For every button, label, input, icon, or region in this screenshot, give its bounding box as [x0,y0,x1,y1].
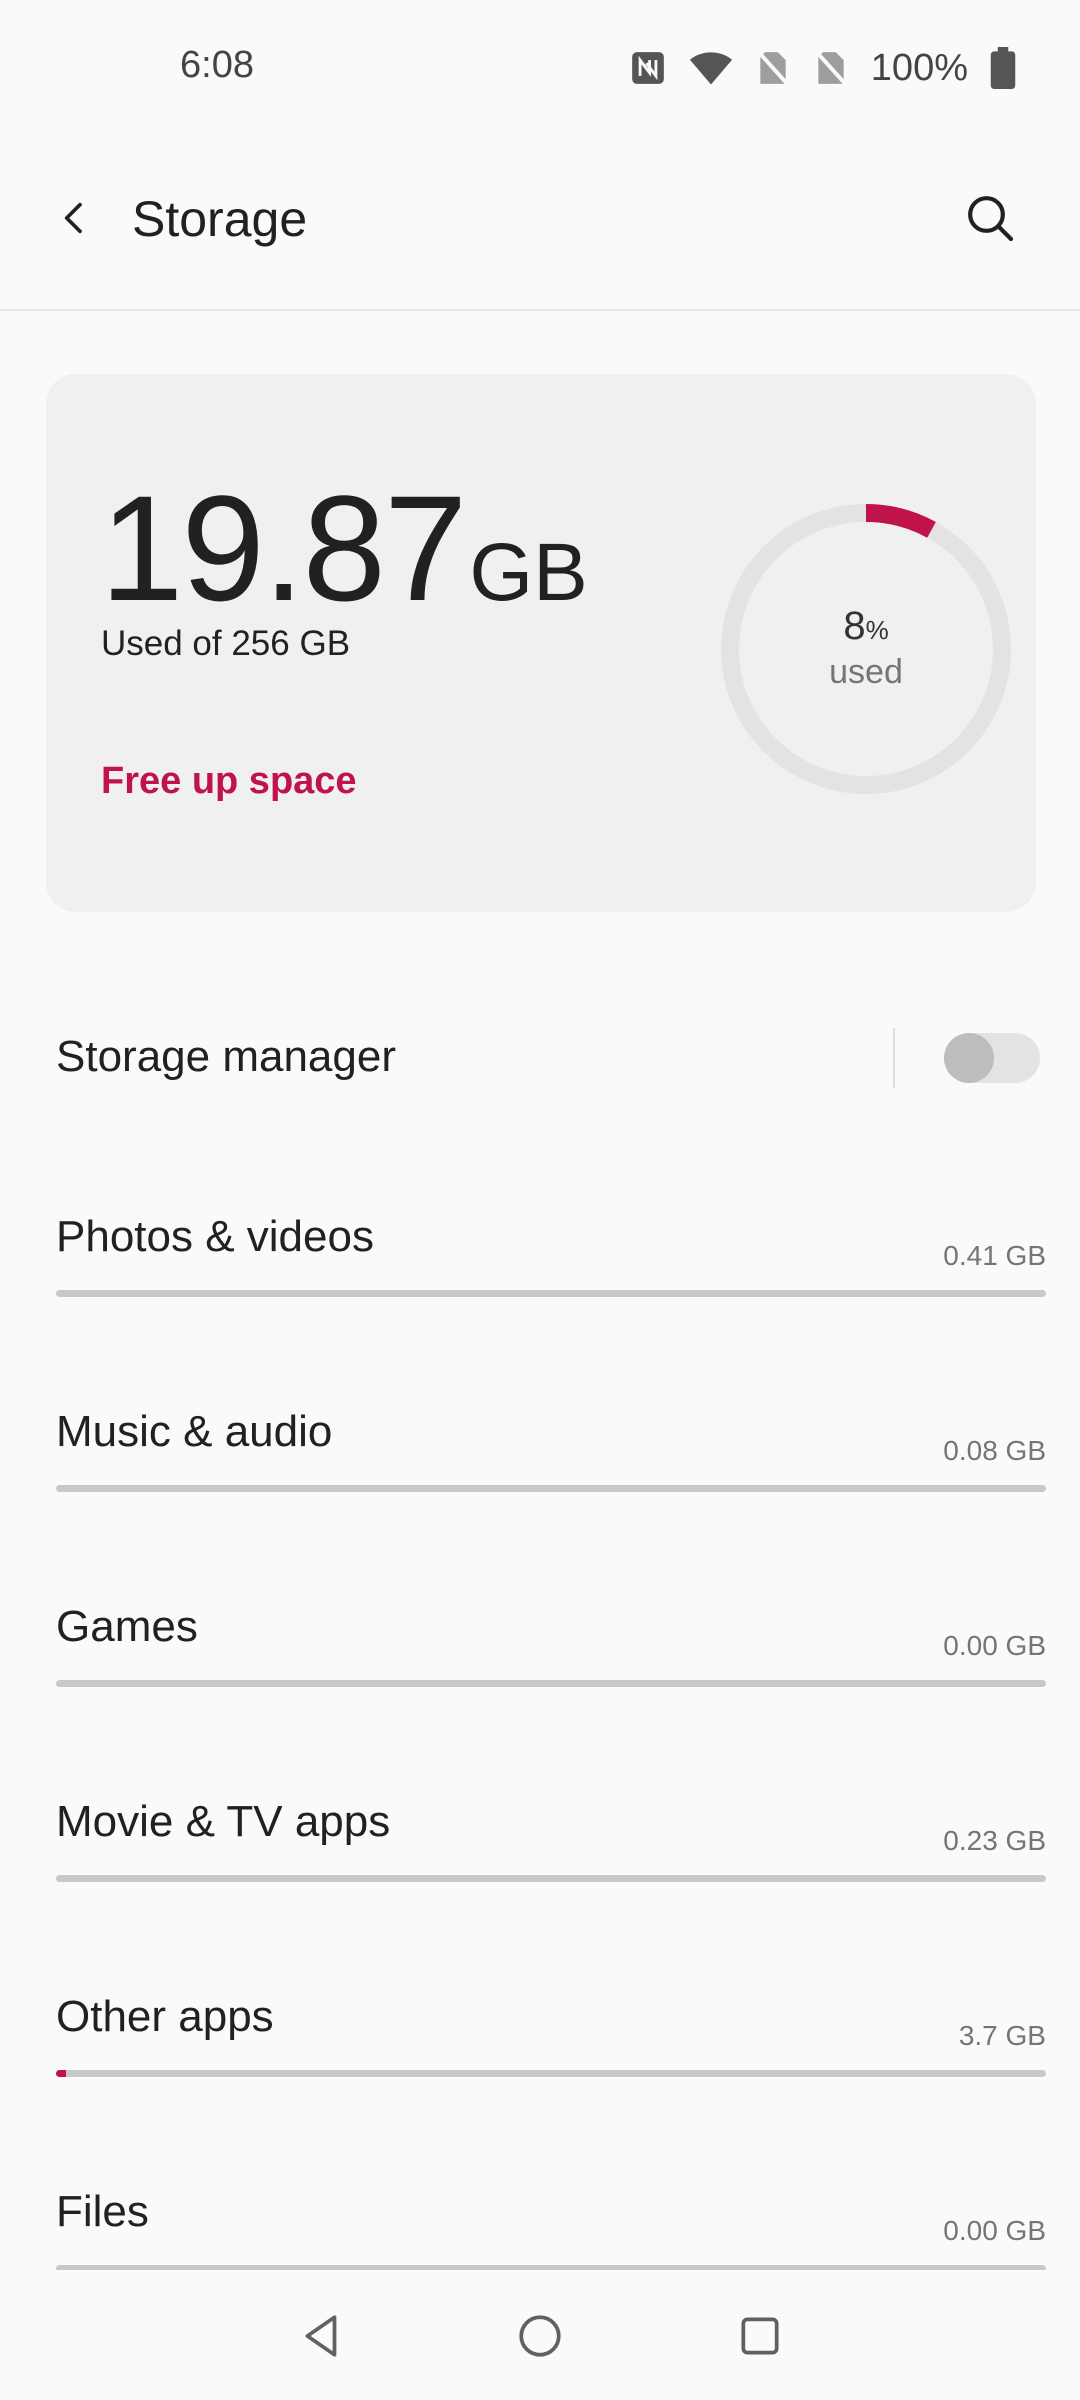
app-bar-divider [0,309,1080,311]
storage-manager-toggle[interactable] [944,1033,1040,1083]
used-value: 19.87 [100,464,467,632]
search-icon [962,190,1018,251]
used-unit: GB [469,527,588,618]
category-bar-fill [56,2070,66,2077]
category-size: 0.41 GB [943,1240,1046,1271]
usage-percent: 8 [843,604,866,648]
navigation-bar [0,2270,1080,2400]
category-label: Music & audio [56,1407,333,1456]
arrow-back-icon [55,198,95,243]
nav-back-icon [297,2311,347,2366]
status-icons: 100% [629,40,1016,96]
used-of-total: Used of 256 GB [101,624,351,663]
back-button[interactable] [40,180,110,260]
category-size: 0.00 GB [943,2215,1046,2246]
nav-recents-button[interactable] [720,2298,800,2378]
category-size: 0.08 GB [943,1435,1046,1466]
nav-recents-icon [735,2311,785,2366]
category-label: Games [56,1602,198,1651]
category-size: 3.7 GB [958,2020,1046,2051]
category-movie-tv-apps[interactable]: Movie & TV apps 0.23 GB [56,1797,1046,1917]
no-sim-icon [755,49,791,87]
page-title: Storage [132,191,308,247]
category-bar [56,1290,1046,1297]
nav-home-icon [515,2311,565,2366]
battery-icon [990,47,1016,89]
category-label: Other apps [56,1992,274,2041]
category-label: Photos & videos [56,1212,374,1261]
usage-ring-label: 8% used [716,604,1016,692]
free-up-space-link[interactable]: Free up space [101,760,357,803]
category-games[interactable]: Games 0.00 GB [56,1602,1046,1722]
category-photos-videos[interactable]: Photos & videos 0.41 GB [56,1212,1046,1332]
category-music-audio[interactable]: Music & audio 0.08 GB [56,1407,1046,1527]
category-label: Movie & TV apps [56,1797,391,1846]
toggle-knob [944,1033,994,1083]
battery-percent: 100% [870,46,968,89]
category-label: Files [56,2187,149,2236]
storage-manager-label: Storage manager [56,1032,396,1081]
category-size: 0.00 GB [943,1630,1046,1661]
storage-summary-card: 19.87GB Used of 256 GB Free up space 8% … [46,374,1036,912]
category-bar [56,1875,1046,1882]
category-bar [56,1680,1046,1687]
status-time: 6:08 [180,44,254,86]
nfc-icon [629,49,667,87]
wifi-icon [689,49,733,87]
category-other-apps[interactable]: Other apps 3.7 GB [56,1992,1046,2112]
nav-home-button[interactable] [500,2298,580,2378]
used-amount: 19.87GB [100,462,588,635]
category-bar [56,1485,1046,1492]
usage-used-label: used [829,653,903,691]
search-button[interactable] [950,180,1030,260]
no-sim-icon [813,49,849,87]
storage-manager-separator [893,1028,895,1088]
usage-percent-sign: % [865,615,889,645]
category-size: 0.23 GB [943,1825,1046,1856]
category-bar [56,2070,1046,2077]
nav-back-button[interactable] [282,2298,362,2378]
